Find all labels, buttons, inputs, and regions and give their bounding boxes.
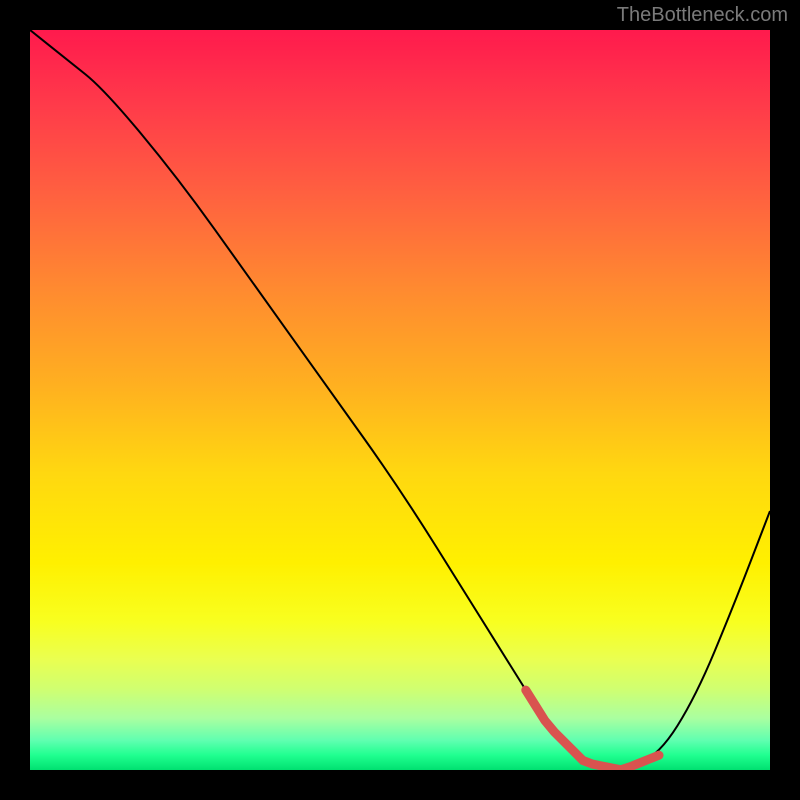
- watermark-text: TheBottleneck.com: [617, 4, 788, 27]
- chart-svg: [30, 30, 770, 770]
- chart-plot-area: [30, 30, 770, 770]
- optimal-zone-highlight: [526, 690, 659, 770]
- bottleneck-curve-line: [30, 30, 770, 768]
